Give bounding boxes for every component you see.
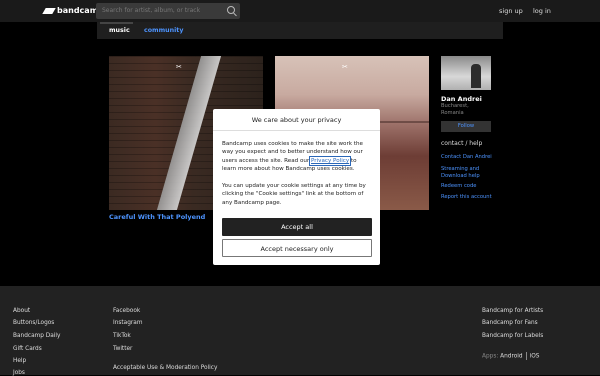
cookie-consent-modal: We care about your privacy Bandcamp uses… [213, 109, 380, 265]
footer-twitter[interactable]: Twitter [113, 346, 132, 352]
footer-jobs[interactable]: Jobs [13, 370, 25, 376]
scissors-icon: ✂ [342, 63, 348, 71]
accept-all-button[interactable]: Accept all [222, 218, 372, 236]
artist-name: Dan Andrei [441, 95, 482, 103]
android-app-link[interactable]: Android [500, 354, 522, 360]
bandcamp-logo[interactable]: bandcamp [42, 6, 104, 15]
accept-necessary-button[interactable]: Accept necessary only [222, 239, 372, 257]
login-link[interactable]: log in [533, 7, 551, 15]
tab-indicator [100, 22, 133, 24]
subnav: music community [97, 22, 503, 39]
artist-photo[interactable] [441, 56, 491, 90]
footer-instagram[interactable]: Instagram [113, 320, 143, 326]
footer-facebook[interactable]: Facebook [113, 308, 140, 314]
footer-tiktok[interactable]: TikTok [113, 333, 131, 339]
signup-link[interactable]: sign up [499, 7, 523, 15]
artist-location-line1: Bucharest, [441, 103, 469, 109]
modal-paragraph-2: You can update your cookie settings at a… [222, 183, 366, 206]
modal-paragraph-1: Bandcamp uses cookies to make the site w… [222, 140, 372, 174]
footer-help[interactable]: Help [13, 358, 26, 364]
download-help-link[interactable]: Download help [441, 173, 480, 180]
ios-app-link[interactable]: iOS [530, 354, 540, 360]
report-account-link[interactable]: Report this account [441, 194, 492, 201]
contact-help-heading: contact / help [441, 140, 483, 147]
artist-location-line2: Romania [441, 110, 464, 117]
apps-label: Apps: [482, 353, 499, 360]
top-bar: bandcamp Search for artist, album, or tr… [0, 0, 600, 22]
scissors-icon: ✂ [176, 63, 182, 71]
footer-for-labels[interactable]: Bandcamp for Labels [482, 333, 543, 339]
footer: About Buttons/Logos Bandcamp Daily Gift … [0, 286, 600, 376]
streaming-help-link[interactable]: Streaming and [441, 166, 479, 173]
bandcamp-logo-icon [42, 7, 56, 14]
apps-row: Apps: Android iOS [482, 352, 539, 360]
search-input[interactable]: Search for artist, album, or track [96, 3, 240, 19]
follow-button[interactable]: Follow [441, 121, 491, 132]
footer-acceptable-use[interactable]: Acceptable Use & Moderation Policy [113, 365, 217, 371]
footer-buttons-logos[interactable]: Buttons/Logos [13, 320, 54, 326]
album-title-1[interactable]: Careful With That Polyend [109, 213, 205, 221]
redeem-code-link[interactable]: Redeem code [441, 183, 476, 190]
footer-gift-cards[interactable]: Gift Cards [13, 346, 42, 352]
search-placeholder: Search for artist, album, or track [102, 7, 201, 14]
footer-bandcamp-daily[interactable]: Bandcamp Daily [13, 333, 60, 339]
footer-for-fans[interactable]: Bandcamp for Fans [482, 320, 538, 326]
apps-divider [525, 352, 527, 360]
search-icon[interactable] [227, 6, 235, 14]
tab-music[interactable]: music [109, 27, 130, 34]
artist-location: Bucharest, Romania [441, 103, 469, 118]
footer-for-artists[interactable]: Bandcamp for Artists [482, 308, 543, 314]
footer-about[interactable]: About [13, 308, 30, 314]
tab-community[interactable]: community [144, 27, 183, 34]
privacy-policy-link[interactable]: Privacy Policy [309, 155, 352, 166]
modal-title: We care about your privacy [213, 109, 380, 131]
contact-artist-link[interactable]: Contact Dan Andrei [441, 154, 492, 161]
